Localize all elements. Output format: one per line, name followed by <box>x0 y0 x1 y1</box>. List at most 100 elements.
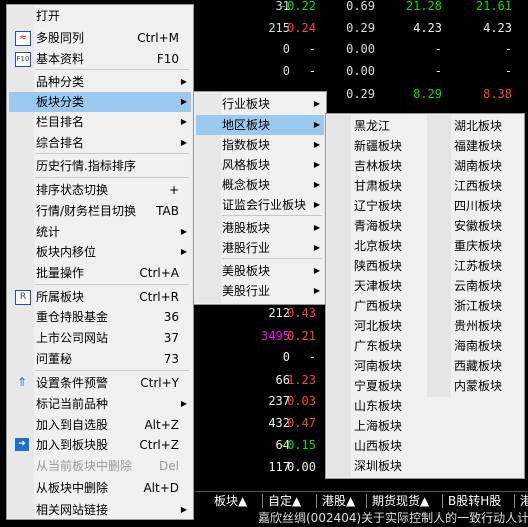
menu-item-label: 批量操作 <box>36 266 85 280</box>
quote-cell: - <box>434 42 442 56</box>
tab-separator <box>316 494 317 508</box>
menu-item-18[interactable]: 标记当前品种 ▶ <box>9 394 191 414</box>
region-item[interactable]: 河北板块 <box>328 316 424 336</box>
region-item-label: 广东板块 <box>354 339 403 353</box>
block-submenu-item-3[interactable]: 风格板块 ▶ <box>196 155 324 175</box>
menu-item-19[interactable]: 加入到自选股 Alt+Z <box>9 415 191 435</box>
region-item[interactable]: 四川板块 <box>428 196 522 216</box>
block-submenu-item-5[interactable]: 证监会行业板块 ▶ <box>196 195 324 215</box>
menu-item-label: 从板块中删除 <box>36 481 109 495</box>
region-item[interactable]: 吉林板块 <box>328 156 424 176</box>
menu-item-13[interactable]: R 所属板块 Ctrl+R <box>9 287 191 307</box>
tab-3[interactable]: 期货现货▲ <box>368 493 433 509</box>
region-item[interactable]: 湖南板块 <box>428 156 522 176</box>
menu-item-label: 综合排名 <box>36 136 85 150</box>
block-submenu-item-2[interactable]: 指数板块 ▶ <box>196 135 324 155</box>
menu-item-label: 加入到自选股 <box>36 418 109 432</box>
menu-item-8[interactable]: 排序状态切换 + <box>9 180 191 200</box>
region-item[interactable]: 陕西板块 <box>328 256 424 276</box>
region-item[interactable]: 海南板块 <box>428 336 522 356</box>
menu-separator <box>35 177 189 178</box>
tab-0[interactable]: 板块▲ <box>210 493 251 509</box>
menu-item-10[interactable]: 统计 ▶ <box>9 222 191 242</box>
add-block-icon: ➜ <box>15 438 29 451</box>
submenu-item-label: 指数板块 <box>222 138 271 152</box>
region-item[interactable]: 山西板块 <box>328 436 424 456</box>
menu-item-21: 从当前板块中删除 Del <box>9 456 191 476</box>
menu-item-4[interactable]: 板块分类 ▶ <box>9 92 191 112</box>
quote-cell: - <box>308 64 316 78</box>
menu-item-6[interactable]: 综合排名 ▶ <box>9 133 191 153</box>
menu-item-16[interactable]: 问董秘 73 <box>9 349 191 369</box>
region-item[interactable]: 北京板块 <box>328 236 424 256</box>
region-item[interactable]: 江西板块 <box>428 176 522 196</box>
menu-item-17[interactable]: ⇑ 设置条件预警 Ctrl+Y <box>9 373 191 393</box>
region-item[interactable]: 贵州板块 <box>428 316 522 336</box>
menu-item-label: 标记当前品种 <box>36 397 109 411</box>
block-submenu-item-9[interactable]: 美股行业 ▶ <box>196 281 324 301</box>
menu-item-1[interactable]: ≈ 多股同列 Ctrl+M <box>9 28 191 48</box>
block-submenu-item-6[interactable]: 港股板块 ▶ <box>196 218 324 238</box>
region-item[interactable]: 西藏板块 <box>428 356 522 376</box>
region-item[interactable]: 河南板块 <box>328 356 424 376</box>
menu-item-14[interactable]: 重仓持股基金 36 <box>9 307 191 327</box>
region-item[interactable]: 新疆板块 <box>328 136 424 156</box>
region-item[interactable]: 黑龙江 <box>328 116 424 136</box>
region-item[interactable]: 云南板块 <box>428 276 522 296</box>
region-item-label: 辽宁板块 <box>354 199 403 213</box>
region-item[interactable]: 重庆板块 <box>428 236 522 256</box>
menu-item-0[interactable]: 打开 <box>9 6 191 26</box>
region-item[interactable]: 甘肃板块 <box>328 176 424 196</box>
region-item[interactable]: 浙江板块 <box>428 296 522 316</box>
region-item[interactable]: 广东板块 <box>328 336 424 356</box>
quote-cell: 0.47 <box>287 416 316 430</box>
menu-item-5[interactable]: 栏目排名 ▶ <box>9 112 191 132</box>
quote-cell: - <box>504 64 512 78</box>
quote-cell: 0.00 <box>346 64 375 78</box>
region-item-label: 山西板块 <box>354 439 403 453</box>
region-item[interactable]: 天津板块 <box>328 276 424 296</box>
block-submenu-item-0[interactable]: 行业板块 ▶ <box>196 94 324 114</box>
region-item[interactable]: 湖北板块 <box>428 116 522 136</box>
menu-item-9[interactable]: 行情/财务栏目切换 TAB <box>9 201 191 221</box>
quote-cell: 0.21 <box>287 329 316 343</box>
quote-cell: -0.22 <box>279 0 316 13</box>
tab-2[interactable]: 港股▲ <box>318 493 359 509</box>
menu-item-20[interactable]: ➜ 加入到板块股 Ctrl+Z <box>9 435 191 455</box>
menu-item-12[interactable]: 批量操作 Ctrl+A <box>9 263 191 283</box>
region-item[interactable]: 安徽板块 <box>428 216 522 236</box>
submenu-item-label: 风格板块 <box>222 158 271 172</box>
tab-5[interactable]: 港 <box>516 493 528 509</box>
region-item[interactable]: 辽宁板块 <box>328 196 424 216</box>
menu-item-11[interactable]: 板块内移位 ▶ <box>9 242 191 262</box>
menu-item-shortcut: + <box>168 183 179 197</box>
region-item-label: 新疆板块 <box>354 139 403 153</box>
region-item[interactable]: 宁夏板块 <box>328 376 424 396</box>
region-item-label: 吉林板块 <box>354 159 403 173</box>
menu-item-3[interactable]: 品种分类 ▶ <box>9 72 191 92</box>
menu-item-2[interactable]: F10 基本资料 F10 <box>9 49 191 69</box>
menu-item-22[interactable]: 从板块中删除 Alt+D <box>9 478 191 498</box>
menu-item-label: 排序状态切换 <box>36 183 109 197</box>
menu-item-shortcut: Ctrl+M <box>137 31 179 45</box>
tab-1[interactable]: 自定▲ <box>264 493 305 509</box>
region-item[interactable]: 福建板块 <box>428 136 522 156</box>
tab-4[interactable]: B股转H股 <box>444 493 505 509</box>
menu-item-7[interactable]: 历史行情.指标排序 <box>9 156 191 176</box>
region-item-label: 黑龙江 <box>354 119 391 133</box>
block-submenu-item-1[interactable]: 地区板块 ▶ <box>196 115 324 135</box>
block-submenu-item-4[interactable]: 概念板块 ▶ <box>196 175 324 195</box>
region-item[interactable]: 青海板块 <box>328 216 424 236</box>
region-item-label: 安徽板块 <box>454 219 503 233</box>
menu-item-shortcut: Alt+Z <box>144 418 179 432</box>
menu-item-15[interactable]: 上市公司网站 37 <box>9 328 191 348</box>
menu-item-23[interactable]: 相关网站链接 ▶ <box>9 500 191 520</box>
region-item[interactable]: 广西板块 <box>328 296 424 316</box>
region-item[interactable]: 深圳板块 <box>328 456 424 476</box>
region-item[interactable]: 上海板块 <box>328 416 424 436</box>
region-item[interactable]: 江苏板块 <box>428 256 522 276</box>
region-item[interactable]: 山东板块 <box>328 396 424 416</box>
region-item[interactable]: 内蒙板块 <box>428 376 522 396</box>
block-submenu-item-7[interactable]: 港股行业 ▶ <box>196 238 324 258</box>
block-submenu-item-8[interactable]: 美股板块 ▶ <box>196 261 324 281</box>
